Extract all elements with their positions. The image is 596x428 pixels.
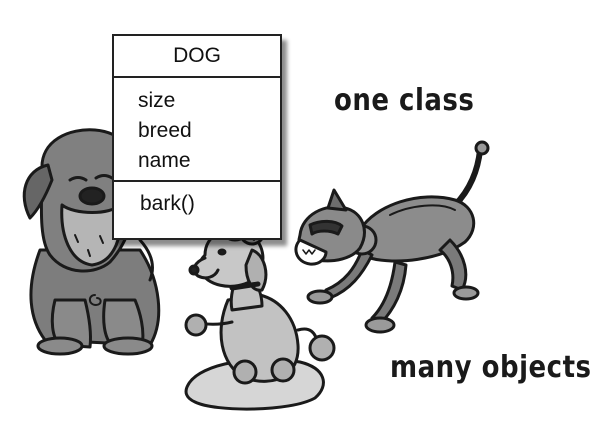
one-class-label: one class	[334, 83, 475, 119]
attribute-size: size	[138, 89, 176, 112]
class-methods: bark()	[114, 182, 280, 216]
robot-dog-illustration	[294, 140, 490, 334]
method-bark: bark()	[140, 192, 195, 215]
attribute-breed: breed	[138, 119, 192, 142]
attribute-name: name	[138, 149, 191, 172]
class-name: DOG	[114, 36, 280, 78]
class-attributes: size breed name	[114, 78, 280, 182]
dog-class-box: DOG size breed name bark()	[112, 34, 282, 240]
many-objects-label: many objects	[390, 350, 592, 386]
